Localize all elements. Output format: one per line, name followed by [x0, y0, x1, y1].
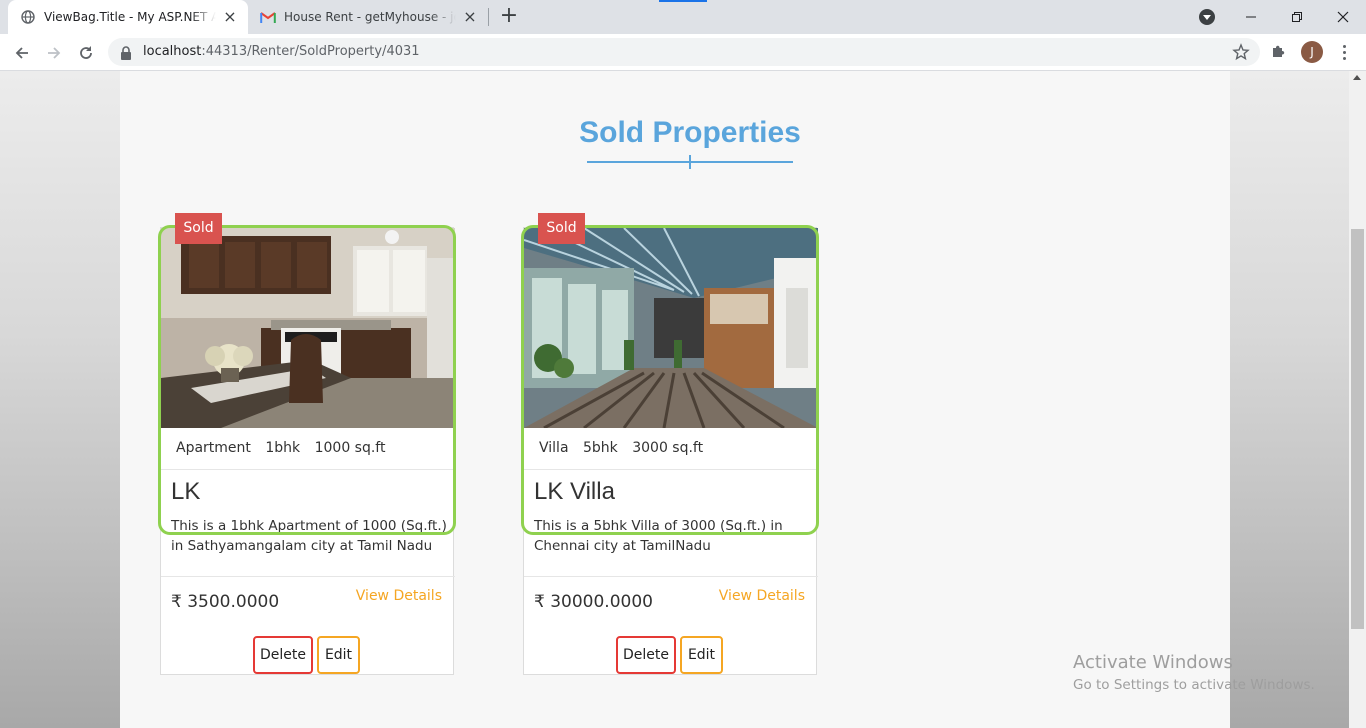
- sold-badge: Sold: [175, 213, 222, 244]
- back-button[interactable]: [9, 40, 35, 66]
- windows-activation-watermark: Activate Windows Go to Settings to activ…: [1073, 652, 1315, 693]
- card-divider: [161, 576, 455, 577]
- vertical-scrollbar[interactable]: [1349, 71, 1366, 728]
- tab-drag-indicator: [659, 0, 707, 2]
- browser-toolbar: localhost:44313/Renter/SoldProperty/4031…: [0, 34, 1366, 71]
- title-underline-tick: [689, 155, 691, 169]
- edit-button[interactable]: Edit: [680, 636, 723, 674]
- tab-title: ViewBag.Title - My ASP.NET Application: [44, 10, 216, 24]
- tab-inactive[interactable]: House Rent - getMyhouse - jothika ×: [250, 0, 488, 34]
- tab-title: House Rent - getMyhouse - jothika: [284, 10, 456, 24]
- watermark-title: Activate Windows: [1073, 652, 1233, 673]
- card-highlight-border: [521, 225, 819, 535]
- page-title: Sold Properties: [579, 116, 801, 149]
- property-card: Villa 5bhk 3000 sq.ft LK Villa This is a…: [521, 213, 819, 675]
- lock-icon[interactable]: [120, 45, 132, 60]
- new-tab-button[interactable]: +: [498, 5, 520, 27]
- extensions-puzzle-icon[interactable]: [1270, 42, 1290, 62]
- property-card: Apartment 1bhk 1000 sq.ft LK This is a 1…: [158, 213, 456, 675]
- restore-button[interactable]: [1274, 0, 1320, 34]
- scroll-up-arrow-icon[interactable]: [1353, 75, 1361, 80]
- edit-button[interactable]: Edit: [317, 636, 360, 674]
- card-highlight-border: [158, 225, 456, 535]
- gmail-icon: [260, 9, 276, 25]
- url-host: localhost: [143, 44, 202, 59]
- watermark-subtitle: Go to Settings to activate Windows.: [1073, 677, 1315, 693]
- bookmark-star-icon[interactable]: [1232, 43, 1250, 61]
- avatar[interactable]: J: [1301, 41, 1323, 63]
- globe-icon: [20, 9, 36, 25]
- menu-dots-icon[interactable]: [1336, 42, 1352, 62]
- property-price: ₹ 3500.0000: [171, 592, 280, 612]
- page-container: Sold Properties Apartment 1bhk 1000 sq.f…: [120, 71, 1230, 728]
- tab-separator: [488, 8, 489, 26]
- reload-button[interactable]: [73, 40, 99, 66]
- minimize-button[interactable]: [1228, 0, 1274, 34]
- delete-button[interactable]: Delete: [616, 636, 676, 674]
- view-details-link[interactable]: View Details: [356, 588, 442, 604]
- tab-search-icon[interactable]: [1199, 9, 1215, 25]
- delete-button[interactable]: Delete: [253, 636, 313, 674]
- property-price: ₹ 30000.0000: [534, 592, 653, 612]
- close-icon[interactable]: ×: [462, 9, 478, 25]
- card-divider: [524, 576, 818, 577]
- scrollbar-thumb[interactable]: [1351, 229, 1364, 629]
- url-text: localhost:44313/Renter/SoldProperty/4031: [143, 44, 420, 59]
- page-viewport: Sold Properties Apartment 1bhk 1000 sq.f…: [0, 71, 1349, 728]
- tab-active[interactable]: ViewBag.Title - My ASP.NET Application ×: [8, 0, 248, 34]
- forward-button[interactable]: [41, 40, 67, 66]
- tab-strip: ViewBag.Title - My ASP.NET Application ×…: [0, 0, 1366, 34]
- view-details-link[interactable]: View Details: [719, 588, 805, 604]
- window-close-button[interactable]: [1320, 0, 1366, 34]
- close-icon[interactable]: ×: [222, 9, 238, 25]
- url-path: :44313/Renter/SoldProperty/4031: [201, 44, 420, 59]
- sold-badge: Sold: [538, 213, 585, 244]
- address-bar[interactable]: localhost:44313/Renter/SoldProperty/4031: [108, 38, 1260, 66]
